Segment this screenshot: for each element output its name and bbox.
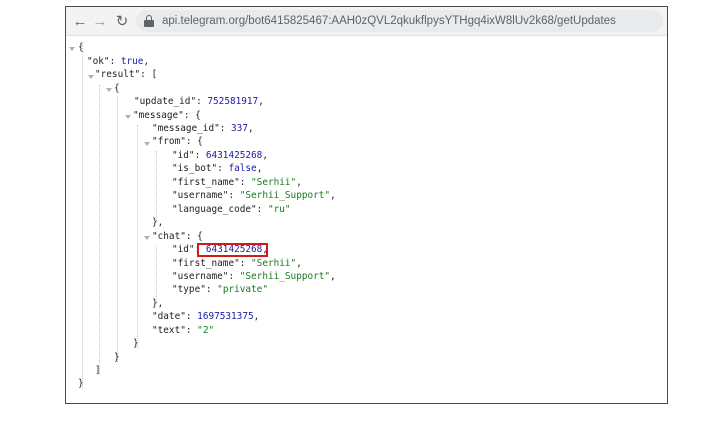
json-line: {	[114, 83, 120, 94]
json-line: },	[152, 217, 164, 228]
tree-guide	[99, 85, 100, 375]
json-line: },	[152, 298, 164, 309]
arrow-right-icon[interactable]: →	[90, 11, 110, 31]
tree-guide	[117, 97, 118, 362]
collapse-triangle-icon[interactable]	[88, 75, 94, 79]
json-line: "chat": {	[152, 231, 203, 242]
json-line: "is_bot": false,	[172, 163, 263, 174]
collapse-triangle-icon[interactable]	[144, 236, 150, 240]
reload-icon[interactable]: ↻	[112, 11, 132, 31]
url-text[interactable]: api.telegram.org/bot6415825467:AAH0zQVL2…	[162, 15, 616, 27]
highlight-box	[197, 243, 268, 257]
browser-window: ← → ↻ api.telegram.org/bot6415825467:AAH…	[65, 6, 668, 404]
json-line: "from": {	[152, 136, 203, 147]
collapse-triangle-icon[interactable]	[144, 142, 150, 146]
address-bar[interactable]: api.telegram.org/bot6415825467:AAH0zQVL2…	[136, 10, 663, 32]
json-line: }	[133, 338, 139, 349]
browser-toolbar: ← → ↻ api.telegram.org/bot6415825467:AAH…	[66, 7, 667, 36]
json-line: "username": "Serhii_Support",	[172, 271, 336, 282]
json-line: ]	[95, 365, 101, 376]
tree-guide	[156, 151, 157, 221]
json-line: "username": "Serhii_Support",	[172, 190, 336, 201]
collapse-triangle-icon[interactable]	[106, 88, 112, 92]
json-line: "message": {	[133, 110, 201, 121]
tree-guide	[137, 125, 138, 349]
json-line: }	[114, 352, 120, 363]
collapse-triangle-icon[interactable]	[125, 115, 131, 119]
tree-guide	[156, 246, 157, 303]
json-line: "first_name": "Serhii",	[172, 258, 302, 269]
lock-icon	[144, 15, 154, 27]
json-line: "id": 6431425268,	[172, 150, 268, 161]
tree-guide	[82, 45, 83, 389]
json-line: "result": [	[95, 69, 158, 80]
json-line: "ok": true,	[87, 56, 150, 67]
json-line: "message_id": 337,	[152, 123, 254, 134]
json-line: "language_code": "ru"	[172, 204, 291, 215]
json-line: "update_id": 752581917,	[134, 96, 264, 107]
json-line: {	[78, 42, 84, 53]
json-line: }	[78, 378, 84, 389]
json-line: "text": "2"	[152, 325, 215, 336]
json-viewer: { "ok": true, "result": [ { "update_id":…	[66, 35, 667, 403]
json-line: "type": "private"	[172, 284, 268, 295]
arrow-left-icon[interactable]: ←	[70, 11, 90, 31]
json-line: "first_name": "Serhii",	[172, 177, 302, 188]
json-line: "date": 1697531375,	[152, 311, 260, 322]
collapse-triangle-icon[interactable]	[69, 47, 75, 51]
